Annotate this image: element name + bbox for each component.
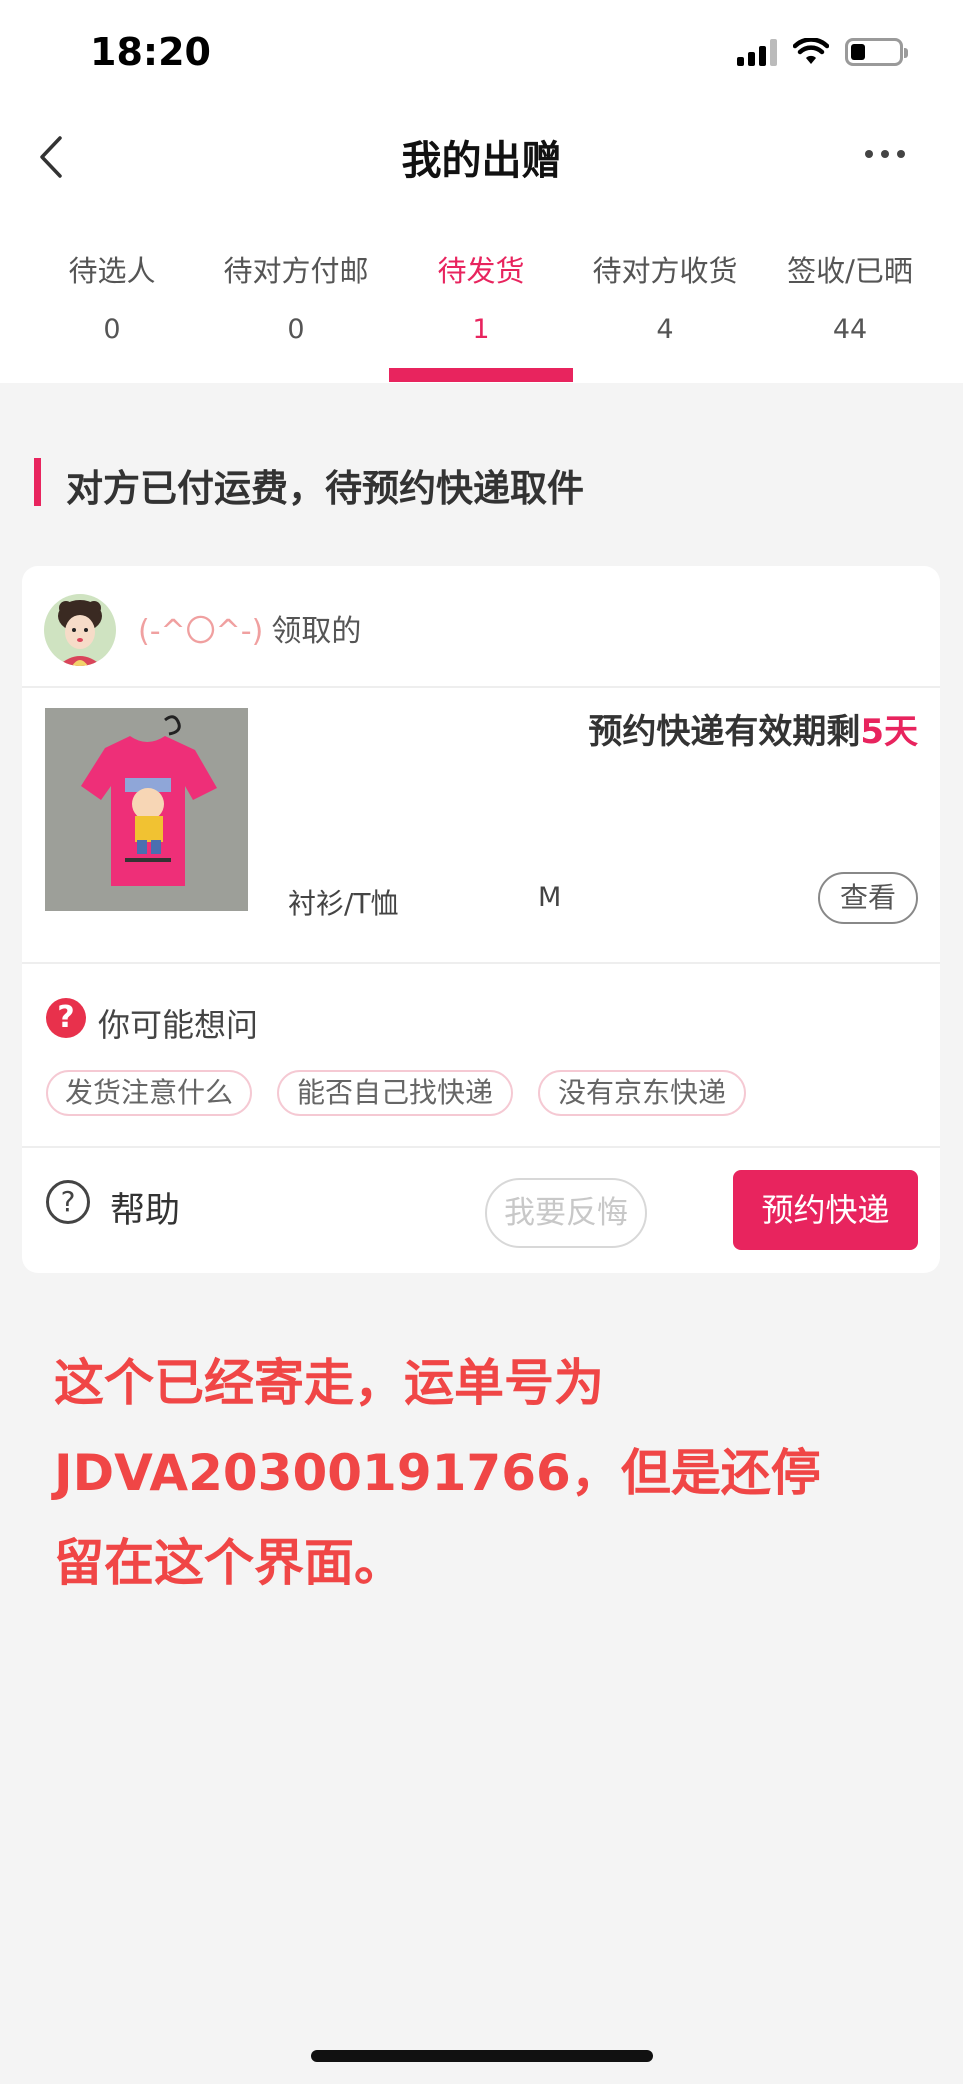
receiver-suffix: 领取的 — [271, 614, 362, 649]
status-icons — [737, 38, 908, 66]
deadline-prefix: 预约快递有效期剩 — [588, 712, 861, 752]
avatar[interactable] — [44, 594, 116, 666]
receiver-line: (-^〇^-) 领取的 — [138, 606, 361, 650]
page-title: 我的出赠 — [401, 138, 562, 184]
faq-chip[interactable]: 发货注意什么 — [46, 1070, 252, 1116]
status-time: 18:20 — [90, 30, 211, 74]
question-icon: ? — [46, 998, 86, 1038]
faq-chip[interactable]: 没有京东快递 — [538, 1070, 746, 1116]
view-button[interactable]: 查看 — [818, 872, 918, 924]
booking-deadline: 预约快递有效期剩5天 — [588, 704, 918, 753]
divider — [22, 962, 940, 964]
tab-label: 待对方付邮 — [223, 254, 369, 288]
tab-count: 4 — [656, 314, 674, 345]
status-tabs: 待选人 0 待对方付邮 0 待发货 1 待对方收货 4 签收/已晒 44 — [0, 248, 963, 383]
more-icon[interactable] — [865, 150, 905, 158]
tab-label: 待选人 — [68, 254, 156, 288]
faq-title: 你可能想问 — [98, 1006, 259, 1044]
divider — [22, 686, 940, 688]
active-tab-indicator — [389, 368, 573, 382]
deadline-days: 5天 — [860, 712, 918, 752]
wifi-icon — [793, 38, 829, 64]
book-courier-button[interactable]: 预约快递 — [733, 1170, 918, 1250]
product-image[interactable] — [45, 708, 248, 911]
annotation-text: 这个已经寄走，运单号为 JDVA20300191766，但是还停 留在这个界面。 — [54, 1338, 914, 1608]
help-icon[interactable]: ? — [46, 1180, 90, 1224]
signal-icon — [737, 38, 777, 66]
item-category: 衬衫/T恤 — [288, 887, 399, 920]
order-card: (-^〇^-) 领取的 预约快递有效期剩5天 衬衫/T恤 M 查看 ? 你可能想问… — [22, 566, 940, 1273]
tab-received[interactable]: 签收/已晒 44 — [755, 248, 945, 345]
tab-count: 1 — [472, 314, 490, 345]
tab-pending-receive[interactable]: 待对方收货 4 — [570, 248, 760, 345]
home-indicator — [311, 2050, 653, 2062]
tab-label: 待对方收货 — [592, 254, 738, 288]
tab-label: 待发货 — [437, 254, 525, 288]
help-label[interactable]: 帮助 — [110, 1182, 180, 1233]
item-size: M — [538, 882, 562, 913]
divider — [22, 1146, 940, 1148]
faq-chip[interactable]: 能否自己找快递 — [277, 1070, 513, 1116]
tab-count: 0 — [103, 314, 121, 345]
section-title: 对方已付运费，待预约快递取件 — [66, 467, 584, 510]
annotation-line: 这个已经寄走，运单号为 — [54, 1354, 604, 1412]
receiver-name[interactable]: (-^〇^-) — [138, 614, 263, 649]
tab-count: 0 — [287, 314, 305, 345]
tab-count: 44 — [832, 314, 868, 345]
annotation-line: JDVA20300191766，但是还停 — [54, 1444, 821, 1502]
tab-label: 签收/已晒 — [787, 254, 913, 288]
tab-pending-select[interactable]: 待选人 0 — [17, 248, 207, 345]
regret-button[interactable]: 我要反悔 — [485, 1178, 647, 1248]
section-accent-bar — [34, 458, 41, 506]
tab-pending-ship[interactable]: 待发货 1 — [386, 248, 576, 345]
tab-pending-postage[interactable]: 待对方付邮 0 — [201, 248, 391, 345]
battery-icon — [845, 38, 908, 66]
annotation-line: 留在这个界面。 — [54, 1534, 404, 1592]
